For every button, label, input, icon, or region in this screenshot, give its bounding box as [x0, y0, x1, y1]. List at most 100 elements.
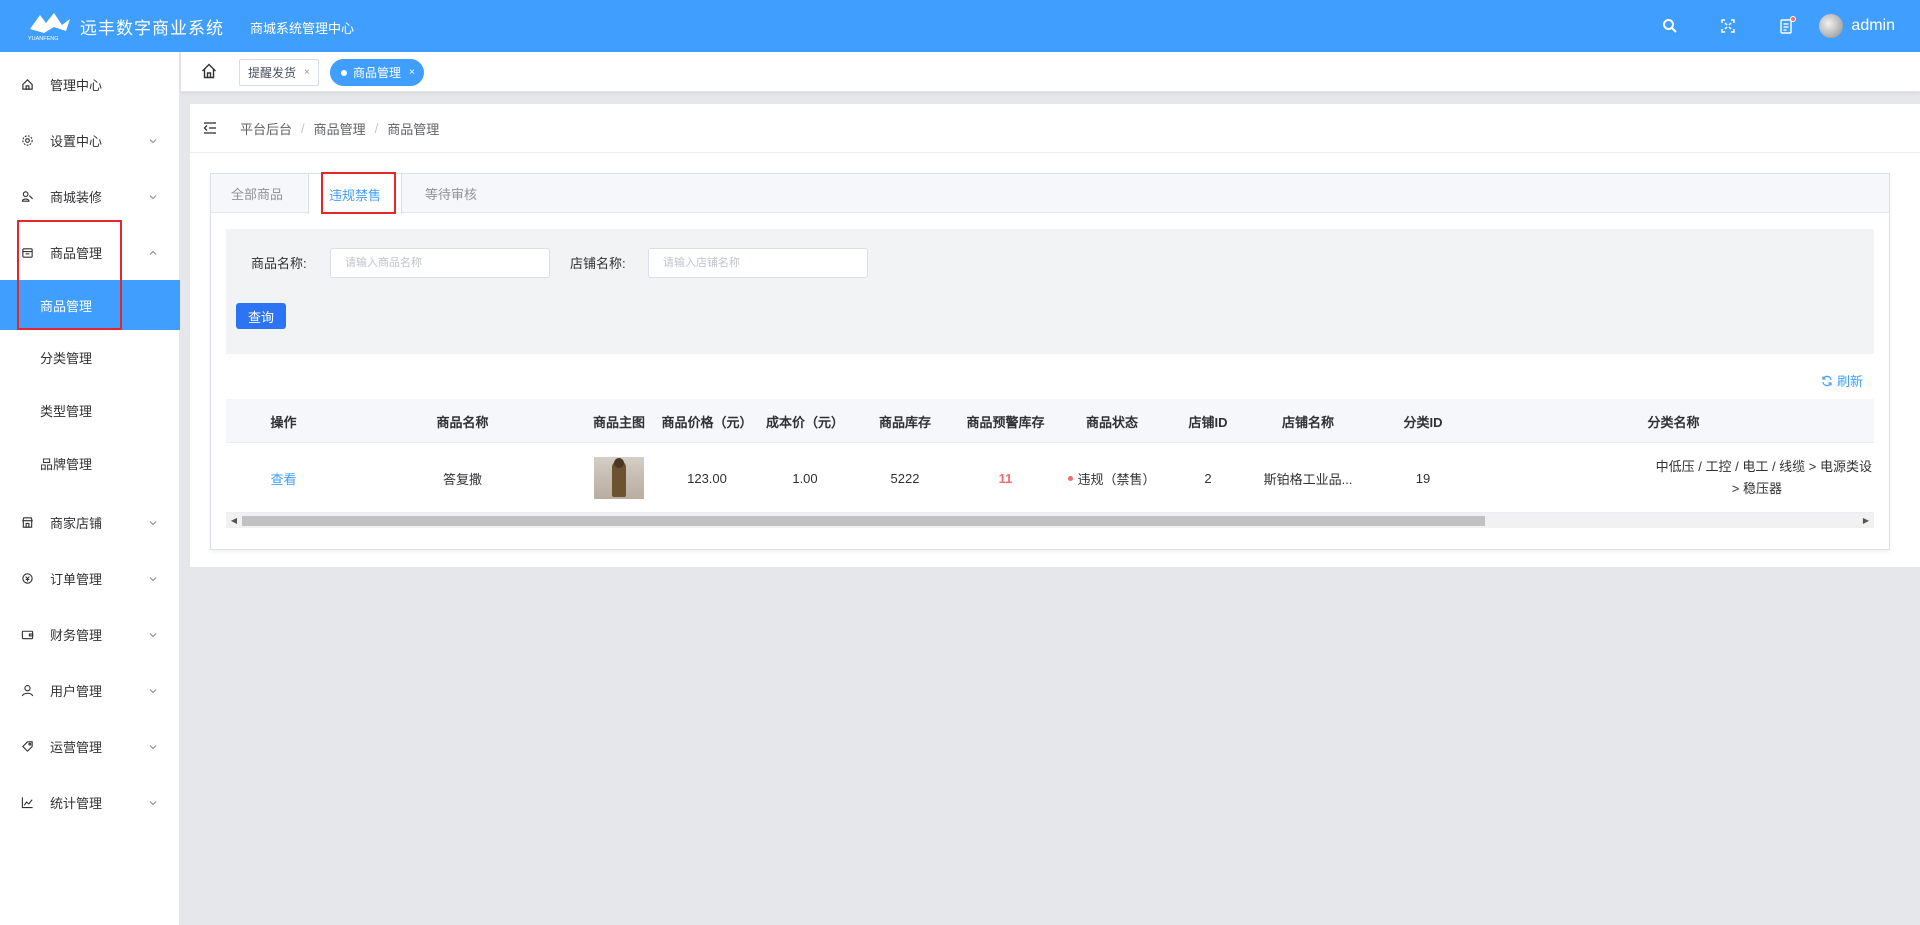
chevron-down-icon: [148, 190, 158, 200]
sidebar-item-users[interactable]: 用户管理: [0, 662, 180, 718]
refresh-button[interactable]: 刷新: [1821, 371, 1863, 390]
sidebar-subitem-label: 分类管理: [40, 350, 93, 366]
refresh-icon: [1822, 375, 1832, 386]
tag-product-manage[interactable]: 商品管理 ×: [330, 59, 424, 86]
sidebar-item-settings[interactable]: 设置中心: [0, 112, 180, 168]
breadcrumb-separator: /: [374, 120, 379, 136]
store-name-input[interactable]: [648, 248, 868, 278]
warn-stock-cell: 11: [998, 470, 1013, 486]
sidebar-item-finance[interactable]: 财务管理: [0, 606, 180, 662]
close-icon[interactable]: ×: [304, 67, 310, 78]
product-name-label: 商品名称:: [251, 256, 307, 271]
sidebar-item-decoration[interactable]: 商城装修: [0, 168, 180, 224]
notification-icon[interactable]: [1775, 15, 1797, 37]
refresh-label: 刷新: [1836, 374, 1863, 389]
search-icon[interactable]: [1659, 15, 1681, 37]
sidebar-item-orders[interactable]: 订单管理: [0, 550, 180, 606]
status-badge: 违规（禁售）: [1077, 471, 1156, 487]
tag-icon: [20, 739, 34, 753]
tab-violation-banned[interactable]: 违规禁售: [308, 174, 403, 214]
sidebar-item-products[interactable]: 商品管理: [0, 224, 180, 280]
column-header: 分类名称: [1647, 414, 1700, 430]
tag-remind-shipping[interactable]: 提醒发货 ×: [239, 59, 319, 86]
scroll-left-icon[interactable]: ◀: [228, 513, 240, 528]
main-content: 平台后台 / 商品管理 / 商品管理 全部商品 违规禁售 等待审核 商品名称: …: [190, 104, 1920, 567]
sidebar-subitem-brand-manage[interactable]: 品牌管理: [0, 438, 180, 488]
column-header: 商品状态: [1085, 414, 1138, 430]
chevron-down-icon: [148, 740, 158, 750]
active-dot: [341, 69, 347, 76]
decorate-icon: [20, 189, 34, 203]
sidebar-subitem-label: 类型管理: [40, 403, 93, 419]
sidebar-item-label: 商城装修: [50, 189, 103, 205]
view-link[interactable]: 查看: [226, 443, 341, 513]
sidebar-subitem-category-manage[interactable]: 分类管理: [0, 332, 180, 382]
query-button[interactable]: 查询: [236, 303, 286, 329]
category-path-cont: > 稳压器: [1731, 481, 1782, 496]
gear-icon: [20, 133, 34, 147]
sidebar-item-operations[interactable]: 运营管理: [0, 718, 180, 774]
column-header: 分类ID: [1403, 414, 1443, 430]
tabs-header: 全部商品 违规禁售 等待审核: [211, 174, 1889, 214]
column-header: 店铺ID: [1188, 414, 1228, 430]
sidebar-item-label: 商家店铺: [50, 515, 103, 531]
table-horizontal-scrollbar[interactable]: ◀ ▶: [226, 513, 1874, 528]
tab-all-products[interactable]: 全部商品: [211, 174, 303, 213]
search-form: 商品名称: 店铺名称: 查询: [226, 229, 1874, 354]
breadcrumb-separator: /: [301, 120, 305, 136]
breadcrumb-item-current: 商品管理: [387, 121, 440, 137]
app-subtitle: 商城系统管理中心: [250, 21, 355, 36]
fullscreen-icon[interactable]: [1717, 15, 1739, 37]
sidebar-item-label: 运营管理: [50, 739, 103, 755]
stock-cell: 5222: [890, 470, 920, 486]
product-image-cell: [584, 443, 654, 513]
logo[interactable]: YUANFENG 远丰数字商业系统 商城系统管理中心: [26, 9, 354, 43]
table-header: 操作 商品名称 商品主图 商品价格（元） 成本价（元） 商品库存 商品预警库存 …: [226, 399, 1874, 443]
breadcrumb-item[interactable]: 平台后台: [240, 119, 292, 138]
sidebar-item-dashboard[interactable]: 管理中心: [0, 56, 180, 112]
sidebar-subitem-type-manage[interactable]: 类型管理: [0, 385, 180, 435]
product-name-input[interactable]: [330, 248, 550, 278]
sidebar-subitem-product-manage[interactable]: 商品管理: [0, 280, 180, 330]
close-icon[interactable]: ×: [409, 67, 415, 78]
svg-text:YUANFENG: YUANFENG: [28, 36, 59, 42]
column-header: 操作: [270, 414, 297, 430]
chevron-down-icon: [148, 134, 158, 144]
column-header: 商品名称: [436, 414, 489, 430]
product-tabs: 全部商品 违规禁售 等待审核 商品名称: 店铺名称: 查询 刷新 操作 商品名称…: [210, 173, 1890, 550]
home-icon: [20, 77, 34, 91]
column-header: 成本价（元）: [765, 414, 844, 430]
sidebar-item-statistics[interactable]: 统计管理: [0, 774, 180, 830]
store-id-cell: 2: [1204, 470, 1212, 486]
store-name-label: 店铺名称:: [570, 256, 626, 271]
home-tag-icon[interactable]: [200, 62, 218, 80]
store-icon: [20, 515, 34, 529]
user-icon: [20, 683, 34, 697]
product-thumbnail[interactable]: [594, 457, 644, 499]
table-row: 查看 答复撒 123.00 1.00 5222 11 违规（禁售） 2 斯铂格工…: [226, 443, 1874, 513]
user-name[interactable]: admin: [1851, 17, 1895, 35]
menu-fold-icon[interactable]: [202, 120, 218, 136]
order-icon: [20, 571, 34, 585]
chevron-down-icon: [148, 796, 158, 806]
avatar[interactable]: [1819, 14, 1844, 38]
chevron-down-icon: [148, 572, 158, 582]
tab-pending-review[interactable]: 等待审核: [405, 174, 497, 213]
price-cell: 123.00: [687, 470, 727, 486]
breadcrumb-item[interactable]: 商品管理: [314, 119, 366, 138]
chevron-down-icon: [148, 516, 158, 526]
sidebar-item-label: 统计管理: [50, 795, 103, 811]
tags-view-bar: 提醒发货 × 商品管理 ×: [181, 52, 1920, 92]
scroll-right-icon[interactable]: ▶: [1860, 513, 1872, 528]
chart-icon: [20, 795, 34, 809]
sidebar: 管理中心 设置中心 商城装修 商品管理 商品管理 分类管理 类型管理 品牌管理 …: [0, 52, 180, 925]
product-table: 操作 商品名称 商品主图 商品价格（元） 成本价（元） 商品库存 商品预警库存 …: [226, 399, 1874, 513]
app-title: 远丰数字商业系统: [80, 18, 224, 38]
sidebar-item-stores[interactable]: 商家店铺: [0, 494, 180, 550]
column-header: 商品价格（元）: [661, 414, 753, 430]
wallet-icon: [20, 627, 34, 641]
chevron-down-icon: [148, 628, 158, 638]
scroll-thumb[interactable]: [242, 516, 1485, 526]
tab-label: 等待审核: [425, 187, 478, 202]
status-cell: 违规（禁售）: [1051, 443, 1173, 513]
